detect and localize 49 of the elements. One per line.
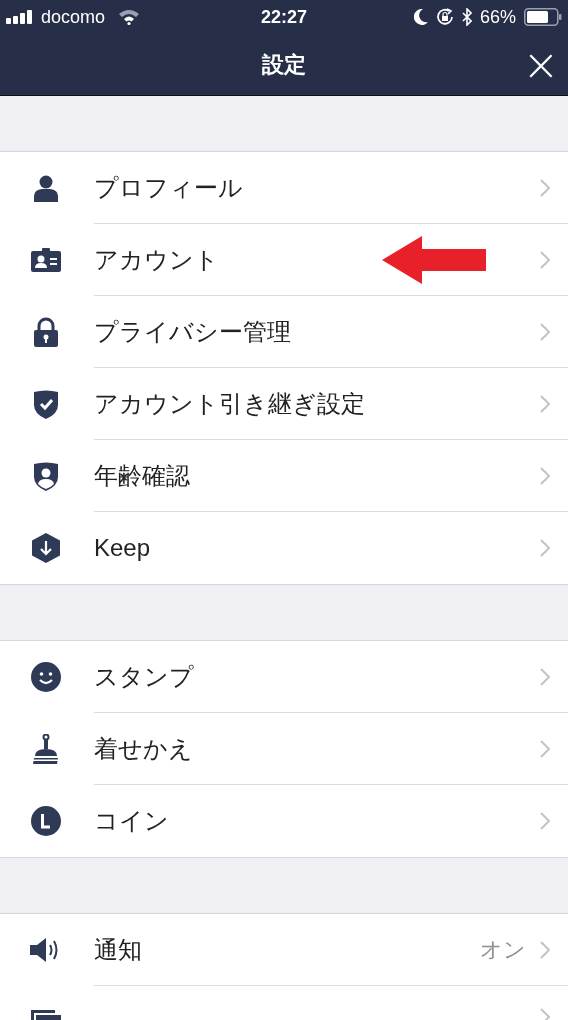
row-label: Keep — [94, 533, 151, 563]
row-value: オン — [480, 936, 526, 964]
chevron-icon — [540, 667, 550, 686]
chevron-icon — [540, 940, 550, 959]
brush-icon — [31, 734, 61, 764]
wifi-icon — [118, 9, 141, 25]
shield-check-icon — [33, 389, 59, 419]
chevron-icon — [540, 812, 550, 830]
row-label: プロフィール — [94, 172, 243, 203]
row-label: 年齢確認 — [94, 460, 190, 491]
rotation-lock-icon — [435, 8, 454, 26]
chevron-icon — [540, 178, 550, 197]
carrier-name: docomo — [41, 5, 106, 29]
chevron-icon — [540, 322, 550, 341]
settings-row[interactable]: コイン — [0, 785, 568, 857]
settings-row[interactable]: アカウント引き継ぎ設定 — [0, 368, 568, 440]
lock-icon — [33, 317, 59, 347]
settings-row[interactable]: プロフィール — [0, 152, 568, 224]
battery-percent: 66% — [479, 5, 516, 29]
settings-row[interactable]: Keep — [0, 512, 568, 584]
id-card-icon — [31, 248, 61, 272]
row-label: コイン — [94, 806, 169, 836]
chevron-icon — [540, 394, 550, 413]
smiley-icon — [31, 662, 61, 692]
settings-row[interactable]: 年齢確認 — [0, 440, 568, 512]
battery-icon — [524, 8, 562, 26]
moon-icon — [413, 9, 428, 25]
shield-person-icon — [33, 461, 59, 491]
row-label: 着せかえ — [94, 733, 193, 764]
bluetooth-icon — [461, 8, 472, 26]
settings-row[interactable]: スタンプ — [0, 641, 568, 713]
hexagon-arrow-icon — [32, 533, 60, 563]
coin-icon — [31, 806, 61, 836]
chevron-icon — [540, 539, 550, 557]
person-icon — [33, 174, 59, 202]
row-label: アカウント引き継ぎ設定 — [94, 388, 365, 419]
settings-row[interactable]: プライバシー管理 — [0, 296, 568, 368]
row-label: 通知 — [94, 934, 142, 965]
chevron-icon — [540, 739, 550, 758]
settings-row[interactable]: 着せかえ — [0, 713, 568, 785]
close-button[interactable]: × — [524, 48, 558, 82]
chevron-icon — [540, 466, 550, 485]
chevron-icon — [540, 250, 550, 269]
clock-time: 22:27 — [259, 5, 308, 29]
row-label: プライバシー管理 — [94, 316, 291, 347]
row-label: スタンプ — [94, 661, 194, 692]
screen-title: 設定 — [262, 51, 306, 79]
settings-row[interactable]: アカウント — [0, 224, 568, 296]
row-label: アカウント — [94, 244, 219, 275]
